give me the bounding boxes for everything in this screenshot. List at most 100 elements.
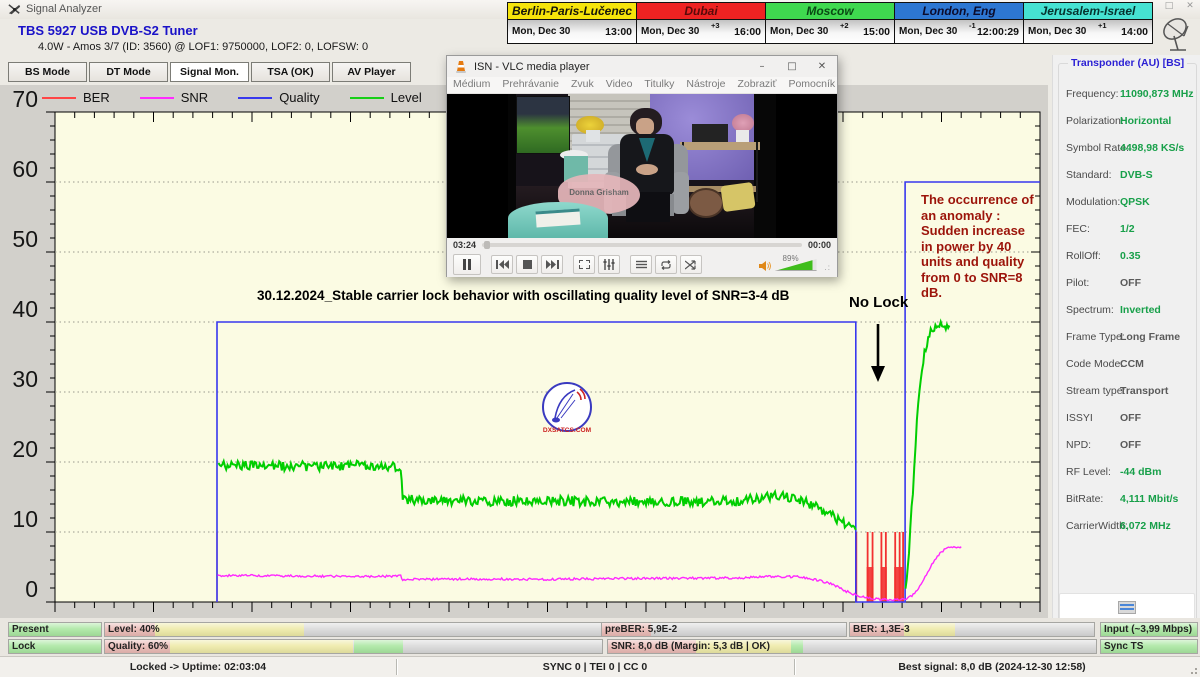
- vlc-window: ISN - VLC media player – □ ✕ MédiumPrehr…: [446, 55, 838, 277]
- vlc-fullscreen-button[interactable]: [573, 255, 595, 274]
- scene-chair-arm-right: [672, 172, 689, 214]
- extended-settings-icon: [603, 259, 615, 270]
- tab-signal-mon-[interactable]: Signal Mon.: [170, 62, 249, 82]
- y-tick-label-40: 40: [0, 296, 38, 322]
- vlc-time-elapsed: 03:24: [447, 240, 482, 250]
- vlc-resize-grip[interactable]: .:: [825, 263, 831, 272]
- next-icon: [546, 260, 559, 269]
- bar-label: Present: [12, 623, 49, 636]
- vlc-menu-video[interactable]: Video: [600, 77, 639, 93]
- scene-presenter-hands: [636, 164, 658, 175]
- tab-bs-mode[interactable]: BS Mode: [8, 62, 87, 82]
- legend-label: SNR: [181, 90, 208, 105]
- vlc-menu-zvuk[interactable]: Zvuk: [565, 77, 600, 93]
- vlc-random-button[interactable]: [680, 255, 702, 274]
- mode-tabs: BS ModeDT ModeSignal Mon.TSA (OK)AV Play…: [8, 62, 411, 82]
- y-tick-label-70: 70: [0, 86, 38, 112]
- anomaly-annotation: The occurrence of an anomaly : Sudden in…: [921, 192, 1039, 301]
- vlc-extended-settings-button[interactable]: [598, 255, 620, 274]
- signal-bar-preber: preBER: 5,9E-2: [601, 622, 847, 637]
- vlc-pause-button[interactable]: [453, 254, 481, 275]
- legend-item-level: Level: [350, 90, 422, 105]
- scene-vase: [586, 130, 600, 142]
- sidebar-row-label: Stream type:: [1066, 385, 1126, 397]
- sidebar-row-value: OFF: [1120, 277, 1141, 289]
- vlc-menu-pomocn-k[interactable]: Pomocník: [782, 77, 841, 93]
- chart-annotation-title: 30.12.2024_Stable carrier lock behavior …: [257, 288, 789, 303]
- signal-bar-ber: BER: 1,3E-3: [849, 622, 1095, 637]
- vlc-loop-button[interactable]: [655, 255, 677, 274]
- sidebar-row-value: Inverted: [1120, 304, 1161, 316]
- sidebar-row-label: Standard:: [1066, 169, 1112, 181]
- clock-london-eng: London, EngMon, Dec 30-112:00:29: [894, 2, 1024, 44]
- clock-utc-offset: -1: [969, 21, 976, 30]
- vlc-maximize-icon[interactable]: □: [777, 61, 807, 72]
- clock-time: 13:00: [605, 26, 632, 38]
- tuner-name: TBS 5927 USB DVB-S2 Tuner: [18, 23, 198, 38]
- stream-list-button[interactable]: [1059, 593, 1195, 621]
- signal-analyzer-window: Signal Analyzer – □ ✕ Berlin-Paris-Lučen…: [0, 0, 1200, 677]
- clock-date: Mon, Dec 30: [1028, 26, 1086, 37]
- vlc-menu-titulky[interactable]: Titulky: [638, 77, 680, 93]
- dxsatcs-logo: DXSATCS.COM: [537, 380, 597, 442]
- status-divider: [794, 659, 795, 675]
- vlc-video-area[interactable]: Donna Grisham: [447, 94, 837, 238]
- tab-av-player[interactable]: AV Player: [332, 62, 411, 82]
- vlc-minimize-icon[interactable]: –: [747, 61, 777, 72]
- scene-console-leg-right: [756, 142, 758, 202]
- maximize-icon[interactable]: □: [1163, 1, 1175, 11]
- random-icon: [685, 260, 697, 270]
- vlc-seek-handle[interactable]: [484, 241, 490, 249]
- vlc-next-button[interactable]: [541, 255, 563, 274]
- sidebar-row-value: 6,072 MHz: [1120, 520, 1171, 532]
- clock-time-panel: Mon, Dec 30+316:00: [637, 20, 765, 43]
- speaker-icon: [758, 260, 771, 272]
- signal-bar-present: Present: [8, 622, 102, 637]
- sidebar-row-label: Frequency:: [1066, 88, 1119, 100]
- world-clocks: Berlin-Paris-LučenecMon, Dec 3013:00Duba…: [508, 2, 1153, 44]
- sidebar-row-value: Long Frame: [1120, 331, 1180, 343]
- clock-dubai: DubaiMon, Dec 30+316:00: [636, 2, 766, 44]
- sidebar-row-label: Modulation:: [1066, 196, 1120, 208]
- vlc-volume-slider[interactable]: 89%: [775, 257, 817, 272]
- vlc-menu-prehr-vanie[interactable]: Prehrávanie: [496, 77, 565, 93]
- vlc-cone-icon: [454, 60, 468, 74]
- vlc-stop-button[interactable]: [516, 255, 538, 274]
- vlc-menu-zobrazi-[interactable]: Zobraziť: [731, 77, 782, 93]
- sidebar-row-value: OFF: [1120, 412, 1141, 424]
- tab-tsa-ok-[interactable]: TSA (OK): [251, 62, 330, 82]
- vlc-seek-bar[interactable]: [482, 243, 802, 247]
- server-list-icon: [1118, 601, 1136, 614]
- vlc-previous-button[interactable]: [491, 255, 513, 274]
- loop-icon: [660, 260, 672, 270]
- scene-presenter-face: [636, 118, 654, 135]
- vlc-title-bar[interactable]: ISN - VLC media player – □ ✕: [447, 56, 837, 77]
- scene-books: [535, 208, 580, 227]
- vlc-playlist-button[interactable]: [630, 255, 652, 274]
- tv-studio-scene: Donna Grisham: [508, 94, 776, 238]
- sidebar-row-label: Frame Type:: [1066, 331, 1125, 343]
- close-icon[interactable]: ✕: [1184, 1, 1196, 11]
- legend-line-icon: [140, 97, 174, 99]
- legend-line-icon: [238, 97, 272, 99]
- vlc-seek-row: 03:24 00:00: [447, 238, 837, 252]
- bar-label: Level: 40%: [108, 623, 160, 636]
- status-segment-2: Best signal: 8,0 dB (2024-12-30 12:58): [794, 657, 1190, 677]
- vlc-menu-n-stroje[interactable]: Nástroje: [680, 77, 731, 93]
- status-bar: Locked -> Uptime: 02:03:04SYNC 0 | TEI 0…: [0, 656, 1200, 677]
- tab-dt-mode[interactable]: DT Mode: [89, 62, 168, 82]
- legend-line-icon: [350, 97, 384, 99]
- scene-console-top: [680, 142, 760, 150]
- vlc-menu-m-dium[interactable]: Médium: [447, 77, 496, 93]
- chart-legend: BERSNRQualityLevel: [42, 90, 422, 105]
- vlc-close-icon[interactable]: ✕: [807, 61, 837, 72]
- signal-bar-lock: Lock: [8, 639, 102, 654]
- clock-time-panel: Mon, Dec 30+114:00: [1024, 20, 1152, 43]
- sidebar-row-label: BitRate:: [1066, 493, 1103, 505]
- vlc-controls-row: 89% .:: [447, 252, 837, 277]
- clock-date: Mon, Dec 30: [899, 26, 957, 37]
- sidebar-row-value: Transport: [1120, 385, 1168, 397]
- signal-bar-quality: Quality: 60%: [104, 639, 603, 654]
- clock-time: 14:00: [1121, 26, 1148, 38]
- clock-utc-offset: +2: [840, 21, 849, 30]
